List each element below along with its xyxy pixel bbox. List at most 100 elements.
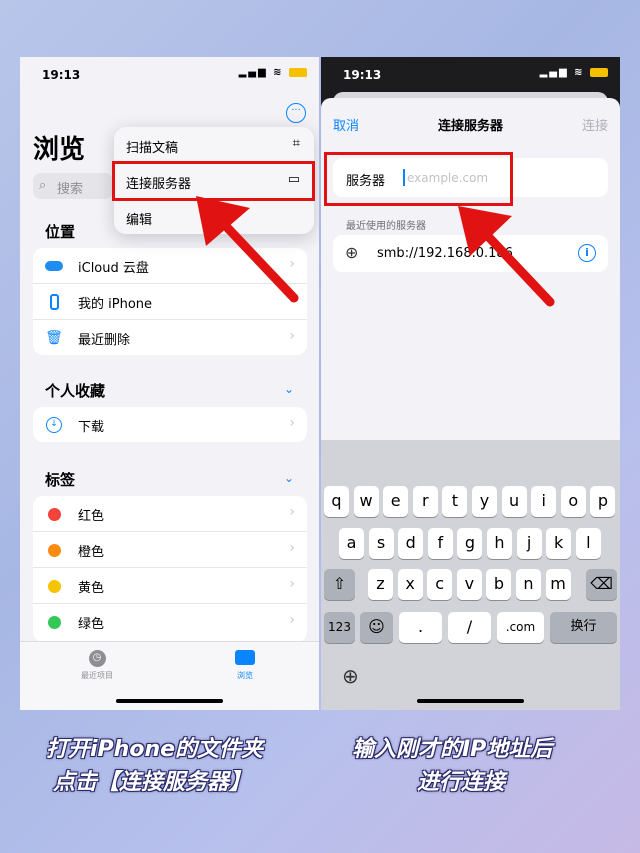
status-bar: 19:13 ▂▄▆ ≋ bbox=[321, 57, 620, 91]
list-item-tag-yellow[interactable]: 黄色 › bbox=[33, 568, 307, 604]
red-dot-icon bbox=[45, 505, 63, 523]
dotcom-key[interactable]: .com bbox=[497, 612, 544, 643]
caption-right-line2: 进行连接 bbox=[417, 770, 506, 795]
list-item-my-iphone[interactable]: 我的 iPhone › bbox=[33, 284, 307, 320]
status-time: 19:13 bbox=[42, 68, 81, 82]
key-v[interactable]: v bbox=[456, 569, 482, 600]
section-favorites: 个人收藏 bbox=[45, 382, 106, 400]
folder-icon bbox=[235, 650, 255, 665]
key-s[interactable]: s bbox=[368, 528, 394, 559]
list-item-tag-orange[interactable]: 橙色 › bbox=[33, 532, 307, 568]
menu-item-edit[interactable]: 编辑 bbox=[114, 199, 314, 234]
list-item-label: 下载 bbox=[78, 420, 105, 435]
list-item-label: 绿色 bbox=[78, 617, 105, 632]
connect-button[interactable]: 连接 bbox=[582, 115, 608, 134]
key-q[interactable]: q bbox=[324, 486, 349, 517]
chevron-right-icon: › bbox=[289, 576, 295, 592]
key-f[interactable]: f bbox=[427, 528, 453, 559]
key-y[interactable]: y bbox=[472, 486, 497, 517]
caption-left-line2: 点击【连接服务器】 bbox=[53, 770, 252, 795]
emoji-key[interactable]: ☺ bbox=[360, 612, 393, 643]
search-placeholder: 搜索 bbox=[57, 182, 84, 197]
slash-key[interactable]: / bbox=[448, 612, 491, 643]
cloud-icon bbox=[45, 257, 63, 275]
key-z[interactable]: z bbox=[368, 569, 393, 600]
key-h[interactable]: h bbox=[487, 528, 512, 559]
info-icon[interactable]: i bbox=[578, 244, 596, 262]
list-item-label: 最近删除 bbox=[78, 333, 131, 348]
download-icon: ↓ bbox=[45, 416, 63, 434]
numbers-key[interactable]: 123 bbox=[324, 612, 355, 643]
keyboard: qwertyuiop asdfghjkl zxcvbnm ⇧ ⌫ 123 ☺ .… bbox=[321, 440, 620, 710]
key-b[interactable]: b bbox=[486, 569, 512, 600]
status-icons: ▂▄▆ ≋ bbox=[540, 67, 608, 78]
chevron-down-icon[interactable]: ⌄ bbox=[284, 382, 294, 396]
page-title: 浏览 bbox=[33, 135, 86, 165]
key-d[interactable]: d bbox=[398, 528, 424, 559]
key-e[interactable]: e bbox=[383, 486, 409, 517]
list-item-recently-deleted[interactable]: 🗑 最近删除 › bbox=[33, 320, 307, 355]
yellow-dot-icon bbox=[45, 577, 63, 595]
key-p[interactable]: p bbox=[590, 486, 616, 517]
key-m[interactable]: m bbox=[545, 569, 571, 600]
list-item-downloads[interactable]: ↓ 下载 › bbox=[33, 407, 307, 442]
menu-item-scan[interactable]: 扫描文稿 ⌗ bbox=[114, 127, 314, 163]
key-u[interactable]: u bbox=[501, 486, 527, 517]
list-item-label: 我的 iPhone bbox=[78, 297, 153, 312]
return-key[interactable]: 换行 bbox=[550, 612, 617, 643]
chevron-right-icon: › bbox=[289, 540, 295, 556]
recent-server-address: smb://192.168.0.186 bbox=[377, 246, 513, 261]
key-x[interactable]: x bbox=[397, 569, 423, 600]
key-a[interactable]: a bbox=[339, 528, 364, 559]
list-item-icloud[interactable]: iCloud 云盘 › bbox=[33, 248, 307, 284]
key-j[interactable]: j bbox=[516, 528, 542, 559]
chevron-right-icon: › bbox=[289, 504, 295, 520]
scan-icon: ⌗ bbox=[292, 136, 300, 151]
connect-server-screen: 19:13 ▂▄▆ ≋ 取消 连接服务器 连接 服务器 example.com … bbox=[321, 57, 620, 710]
tab-label: 浏览 bbox=[237, 671, 253, 680]
list-item-tag-red[interactable]: 红色 › bbox=[33, 496, 307, 532]
caption-left-line1: 打开iPhone的文件夹 bbox=[46, 737, 264, 762]
key-i[interactable]: i bbox=[531, 486, 557, 517]
key-w[interactable]: w bbox=[353, 486, 379, 517]
chevron-right-icon: › bbox=[289, 612, 295, 628]
battery-icon bbox=[590, 67, 608, 77]
home-indicator bbox=[417, 699, 524, 703]
battery-icon bbox=[289, 67, 307, 77]
menu-item-label: 编辑 bbox=[126, 213, 153, 228]
orange-dot-icon bbox=[45, 541, 63, 559]
delete-key[interactable]: ⌫ bbox=[586, 569, 617, 600]
phone-icon bbox=[45, 293, 63, 311]
section-tags: 标签 bbox=[45, 471, 76, 489]
search-icon: ⌕ bbox=[39, 178, 47, 193]
key-r[interactable]: r bbox=[412, 486, 438, 517]
more-options-icon[interactable]: ··· bbox=[286, 103, 306, 123]
shift-key[interactable]: ⇧ bbox=[324, 569, 355, 600]
trash-icon: 🗑 bbox=[45, 330, 63, 346]
chevron-right-icon: › bbox=[289, 256, 295, 272]
caption-right-line1: 输入刚才的IP地址后 bbox=[352, 737, 553, 762]
key-t[interactable]: t bbox=[442, 486, 468, 517]
chevron-down-icon[interactable]: ⌄ bbox=[284, 471, 294, 485]
green-dot-icon bbox=[45, 613, 63, 631]
key-g[interactable]: g bbox=[457, 528, 483, 559]
section-locations: 位置 bbox=[45, 223, 76, 241]
tab-browse[interactable]: 浏览 bbox=[220, 650, 270, 681]
key-c[interactable]: c bbox=[427, 569, 453, 600]
globe-icon[interactable]: ⊕ bbox=[342, 664, 359, 688]
key-n[interactable]: n bbox=[516, 569, 541, 600]
sheet-title: 连接服务器 bbox=[437, 119, 503, 134]
list-item-tag-green[interactable]: 绿色 › bbox=[33, 604, 307, 639]
period-key[interactable]: . bbox=[399, 612, 442, 643]
key-o[interactable]: o bbox=[560, 486, 586, 517]
search-input[interactable]: ⌕ 搜索 bbox=[33, 173, 113, 199]
globe-icon: ⊕ bbox=[345, 243, 359, 262]
recent-server-row[interactable]: ⊕ smb://192.168.0.186 i bbox=[333, 235, 608, 272]
files-browse-screen: 19:13 ▂▄▆ ≋ ··· 浏览 ⌕ 搜索 位置 iCloud 云盘 › 我… bbox=[20, 57, 319, 710]
home-indicator bbox=[116, 699, 223, 703]
highlight-box bbox=[112, 161, 315, 201]
tab-recent[interactable]: ◷ 最近项目 bbox=[72, 650, 122, 681]
key-l[interactable]: l bbox=[575, 528, 601, 559]
status-icons: ▂▄▆ ≋ bbox=[239, 67, 307, 78]
key-k[interactable]: k bbox=[546, 528, 572, 559]
